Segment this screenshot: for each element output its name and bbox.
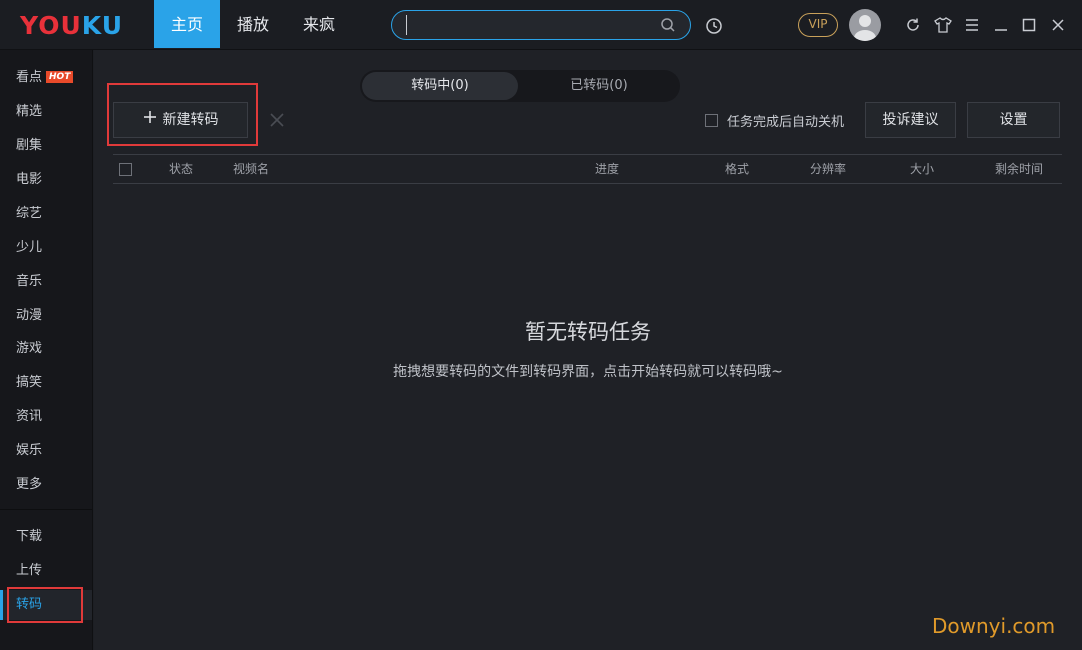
sidebar-item-juji[interactable]: 剧集 bbox=[0, 131, 92, 161]
search-input[interactable] bbox=[406, 15, 656, 35]
sidebar-item-gengduo[interactable]: 更多 bbox=[0, 470, 92, 500]
menu-icon[interactable] bbox=[963, 16, 981, 34]
segment-control: 转码中(0) 已转码(0) bbox=[360, 70, 680, 102]
logo-part-ku: KU bbox=[81, 11, 123, 40]
column-progress[interactable]: 进度 bbox=[595, 155, 619, 183]
search-box[interactable] bbox=[391, 10, 691, 40]
segment-transcoding[interactable]: 转码中(0) bbox=[362, 72, 518, 100]
minimize-icon[interactable] bbox=[992, 16, 1010, 34]
column-status[interactable]: 状态 bbox=[169, 155, 193, 183]
column-format[interactable]: 格式 bbox=[725, 155, 749, 183]
sidebar-item-yule[interactable]: 娱乐 bbox=[0, 436, 92, 466]
youku-logo[interactable]: YOUKU bbox=[20, 11, 123, 40]
tab-home[interactable]: 主页 bbox=[154, 0, 220, 48]
delete-x-icon[interactable] bbox=[269, 112, 285, 128]
highlight-box-transcode bbox=[7, 587, 83, 623]
highlight-box-new-transcode bbox=[107, 83, 258, 146]
column-resolution[interactable]: 分辨率 bbox=[810, 155, 846, 183]
auto-shutdown-checkbox[interactable] bbox=[705, 114, 718, 127]
watermark: Downyi.com bbox=[932, 614, 1056, 638]
sidebar-item-dongman[interactable]: 动漫 bbox=[0, 301, 92, 331]
sidebar-item-gaoxiao[interactable]: 搞笑 bbox=[0, 368, 92, 398]
sidebar-item-kandian[interactable]: 看点 HOT bbox=[0, 63, 92, 93]
sidebar-item-upload[interactable]: 上传 bbox=[0, 556, 92, 586]
refresh-icon[interactable] bbox=[904, 16, 922, 34]
tab-laifeng[interactable]: 来疯 bbox=[288, 0, 350, 48]
sidebar-item-yinyue[interactable]: 音乐 bbox=[0, 267, 92, 297]
sidebar-item-download[interactable]: 下载 bbox=[0, 522, 92, 552]
sidebar-item-shaoer[interactable]: 少儿 bbox=[0, 233, 92, 263]
sidebar-item-jingxuan[interactable]: 精选 bbox=[0, 97, 92, 127]
avatar[interactable] bbox=[849, 9, 881, 41]
empty-state-title: 暂无转码任务 bbox=[525, 320, 651, 344]
auto-shutdown-label: 任务完成后自动关机 bbox=[727, 115, 845, 130]
column-video-name[interactable]: 视频名 bbox=[233, 155, 269, 183]
sidebar: 看点 HOT 精选 剧集 电影 综艺 少儿 音乐 动漫 游戏 搞笑 资讯 娱乐 更… bbox=[0, 50, 93, 650]
sidebar-item-youxi[interactable]: 游戏 bbox=[0, 334, 92, 364]
sidebar-item-label: 看点 bbox=[16, 70, 43, 85]
sidebar-item-zixun[interactable]: 资讯 bbox=[0, 402, 92, 432]
history-clock-icon[interactable] bbox=[704, 16, 724, 36]
hot-badge: HOT bbox=[46, 71, 74, 83]
column-remaining-time[interactable]: 剩余时间 bbox=[995, 155, 1043, 183]
table-header: 状态 视频名 进度 格式 分辨率 大小 剩余时间 bbox=[113, 154, 1062, 184]
skin-tshirt-icon[interactable] bbox=[933, 16, 953, 34]
logo-part-you: YOU bbox=[20, 11, 82, 40]
column-size[interactable]: 大小 bbox=[910, 155, 934, 183]
sidebar-item-zongyi[interactable]: 综艺 bbox=[0, 199, 92, 229]
settings-button[interactable]: 设置 bbox=[967, 102, 1060, 138]
sidebar-item-dianying[interactable]: 电影 bbox=[0, 165, 92, 195]
select-all-checkbox[interactable] bbox=[119, 163, 132, 176]
title-bar: YOUKU 主页 播放 来疯 VIP bbox=[0, 0, 1082, 50]
close-icon[interactable] bbox=[1049, 16, 1067, 34]
maximize-icon[interactable] bbox=[1020, 16, 1038, 34]
tab-play[interactable]: 播放 bbox=[222, 0, 284, 48]
segment-transcoded[interactable]: 已转码(0) bbox=[520, 72, 678, 100]
empty-state-subtitle: 拖拽想要转码的文件到转码界面，点击开始转码就可以转码哦~ bbox=[393, 364, 783, 380]
feedback-button[interactable]: 投诉建议 bbox=[865, 102, 956, 138]
vip-badge[interactable]: VIP bbox=[798, 13, 838, 37]
sidebar-divider bbox=[0, 509, 92, 510]
search-icon[interactable] bbox=[659, 16, 677, 34]
